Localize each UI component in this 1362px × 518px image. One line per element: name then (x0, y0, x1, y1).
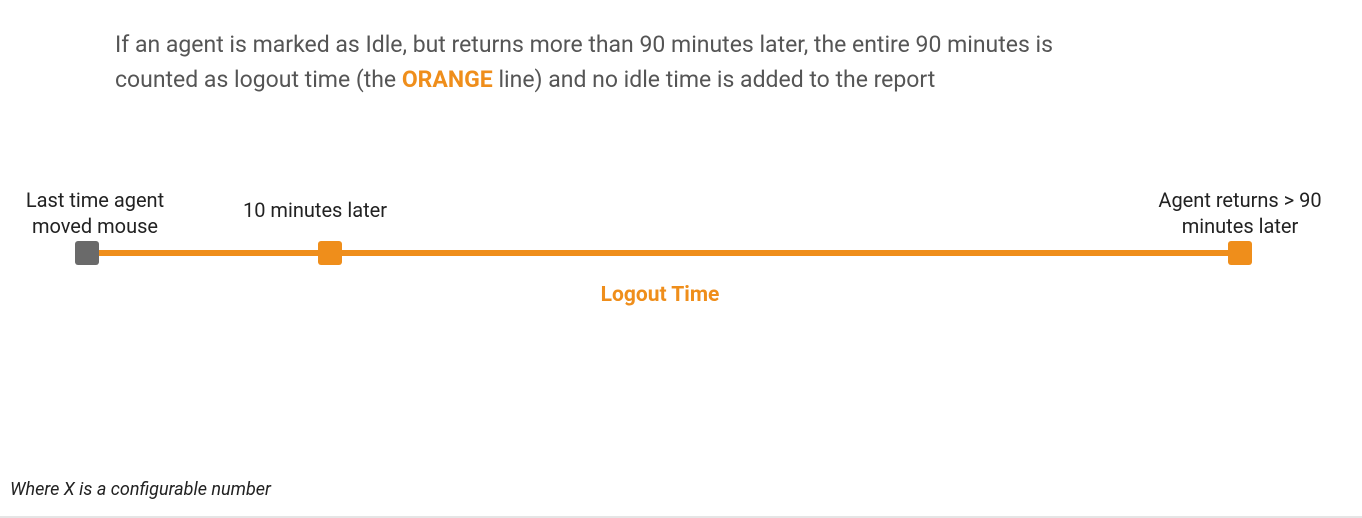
timeline-line-logout (88, 250, 1238, 256)
timeline-marker-idle (318, 241, 342, 265)
timeline-marker-end (1228, 241, 1252, 265)
timeline-label-end: Agent returns > 90 minutes later (1140, 187, 1340, 239)
timeline-label-start: Last time agent moved mouse (10, 187, 180, 239)
footnote-text: Where X is a configurable number (10, 479, 271, 500)
description-text: If an agent is marked as Idle, but retur… (115, 28, 1115, 97)
timeline-marker-start (75, 241, 99, 265)
timeline-diagram: Last time agent moved mouse 10 minutes l… (0, 165, 1362, 365)
description-after: line) and no idle time is added to the r… (498, 66, 935, 93)
timeline-segment-label-logout: Logout Time (560, 283, 760, 307)
timeline-label-idle: 10 minutes later (215, 197, 415, 223)
description-highlight: ORANGE (402, 66, 493, 93)
